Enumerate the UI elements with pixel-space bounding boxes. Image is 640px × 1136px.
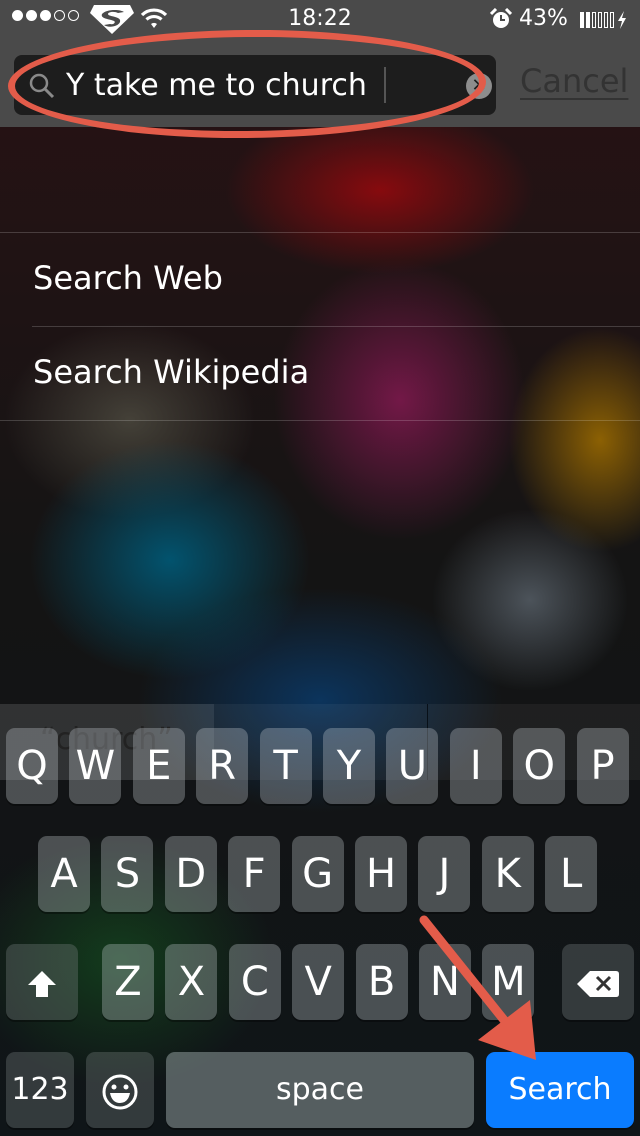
key-q[interactable]: Q (6, 728, 58, 804)
space-key[interactable]: space (166, 1052, 474, 1128)
key-p[interactable]: P (576, 728, 629, 804)
shift-arrow-icon (28, 971, 56, 997)
key-x[interactable]: X (165, 944, 218, 1020)
key-c[interactable]: C (228, 944, 281, 1020)
backspace-icon (577, 971, 619, 997)
shift-key[interactable] (6, 944, 78, 1020)
key-i[interactable]: I (449, 728, 502, 804)
battery-percentage: 43% (519, 6, 568, 31)
battery-segment (586, 12, 590, 28)
key-f[interactable]: F (228, 836, 281, 912)
key-t[interactable]: T (259, 728, 312, 804)
key-g[interactable]: G (291, 836, 344, 912)
battery-segment (580, 12, 584, 28)
result-search-wikipedia[interactable]: Search Wikipedia (0, 327, 640, 421)
search-key[interactable]: Search (486, 1052, 634, 1128)
battery-segment (604, 12, 608, 28)
key-e[interactable]: E (132, 728, 185, 804)
numbers-key[interactable]: 123 (6, 1052, 74, 1128)
key-n[interactable]: N (419, 944, 471, 1020)
battery-segment (610, 12, 614, 28)
key-d[interactable]: D (164, 836, 217, 912)
key-o[interactable]: O (513, 728, 566, 804)
backspace-key[interactable] (562, 944, 634, 1020)
divider (0, 420, 640, 421)
key-y[interactable]: Y (323, 728, 375, 804)
battery-segment (592, 12, 596, 28)
cancel-button[interactable]: Cancel (520, 62, 628, 100)
key-u[interactable]: U (386, 728, 439, 804)
battery-segment (598, 12, 602, 28)
key-j[interactable]: J (418, 836, 471, 912)
key-k[interactable]: K (481, 836, 534, 912)
key-b[interactable]: B (355, 944, 408, 1020)
key-a[interactable]: A (38, 836, 90, 912)
emoji-smiley-icon (102, 1074, 138, 1110)
alarm-clock-icon (490, 8, 512, 28)
key-v[interactable]: V (292, 944, 345, 1020)
result-label: Search Wikipedia (33, 353, 310, 391)
key-z[interactable]: Z (102, 944, 154, 1020)
search-results-list: Search Web Search Wikipedia (0, 232, 640, 421)
emoji-key[interactable] (86, 1052, 154, 1128)
result-search-web[interactable]: Search Web (0, 233, 640, 327)
key-h[interactable]: H (355, 836, 407, 912)
battery-icon (580, 11, 627, 29)
key-l[interactable]: L (545, 836, 598, 912)
lightning-bolt-icon (618, 11, 626, 29)
key-s[interactable]: S (101, 836, 154, 912)
result-label: Search Web (33, 259, 223, 297)
key-m[interactable]: M (482, 944, 535, 1020)
key-w[interactable]: W (69, 728, 122, 804)
key-r[interactable]: R (196, 728, 249, 804)
